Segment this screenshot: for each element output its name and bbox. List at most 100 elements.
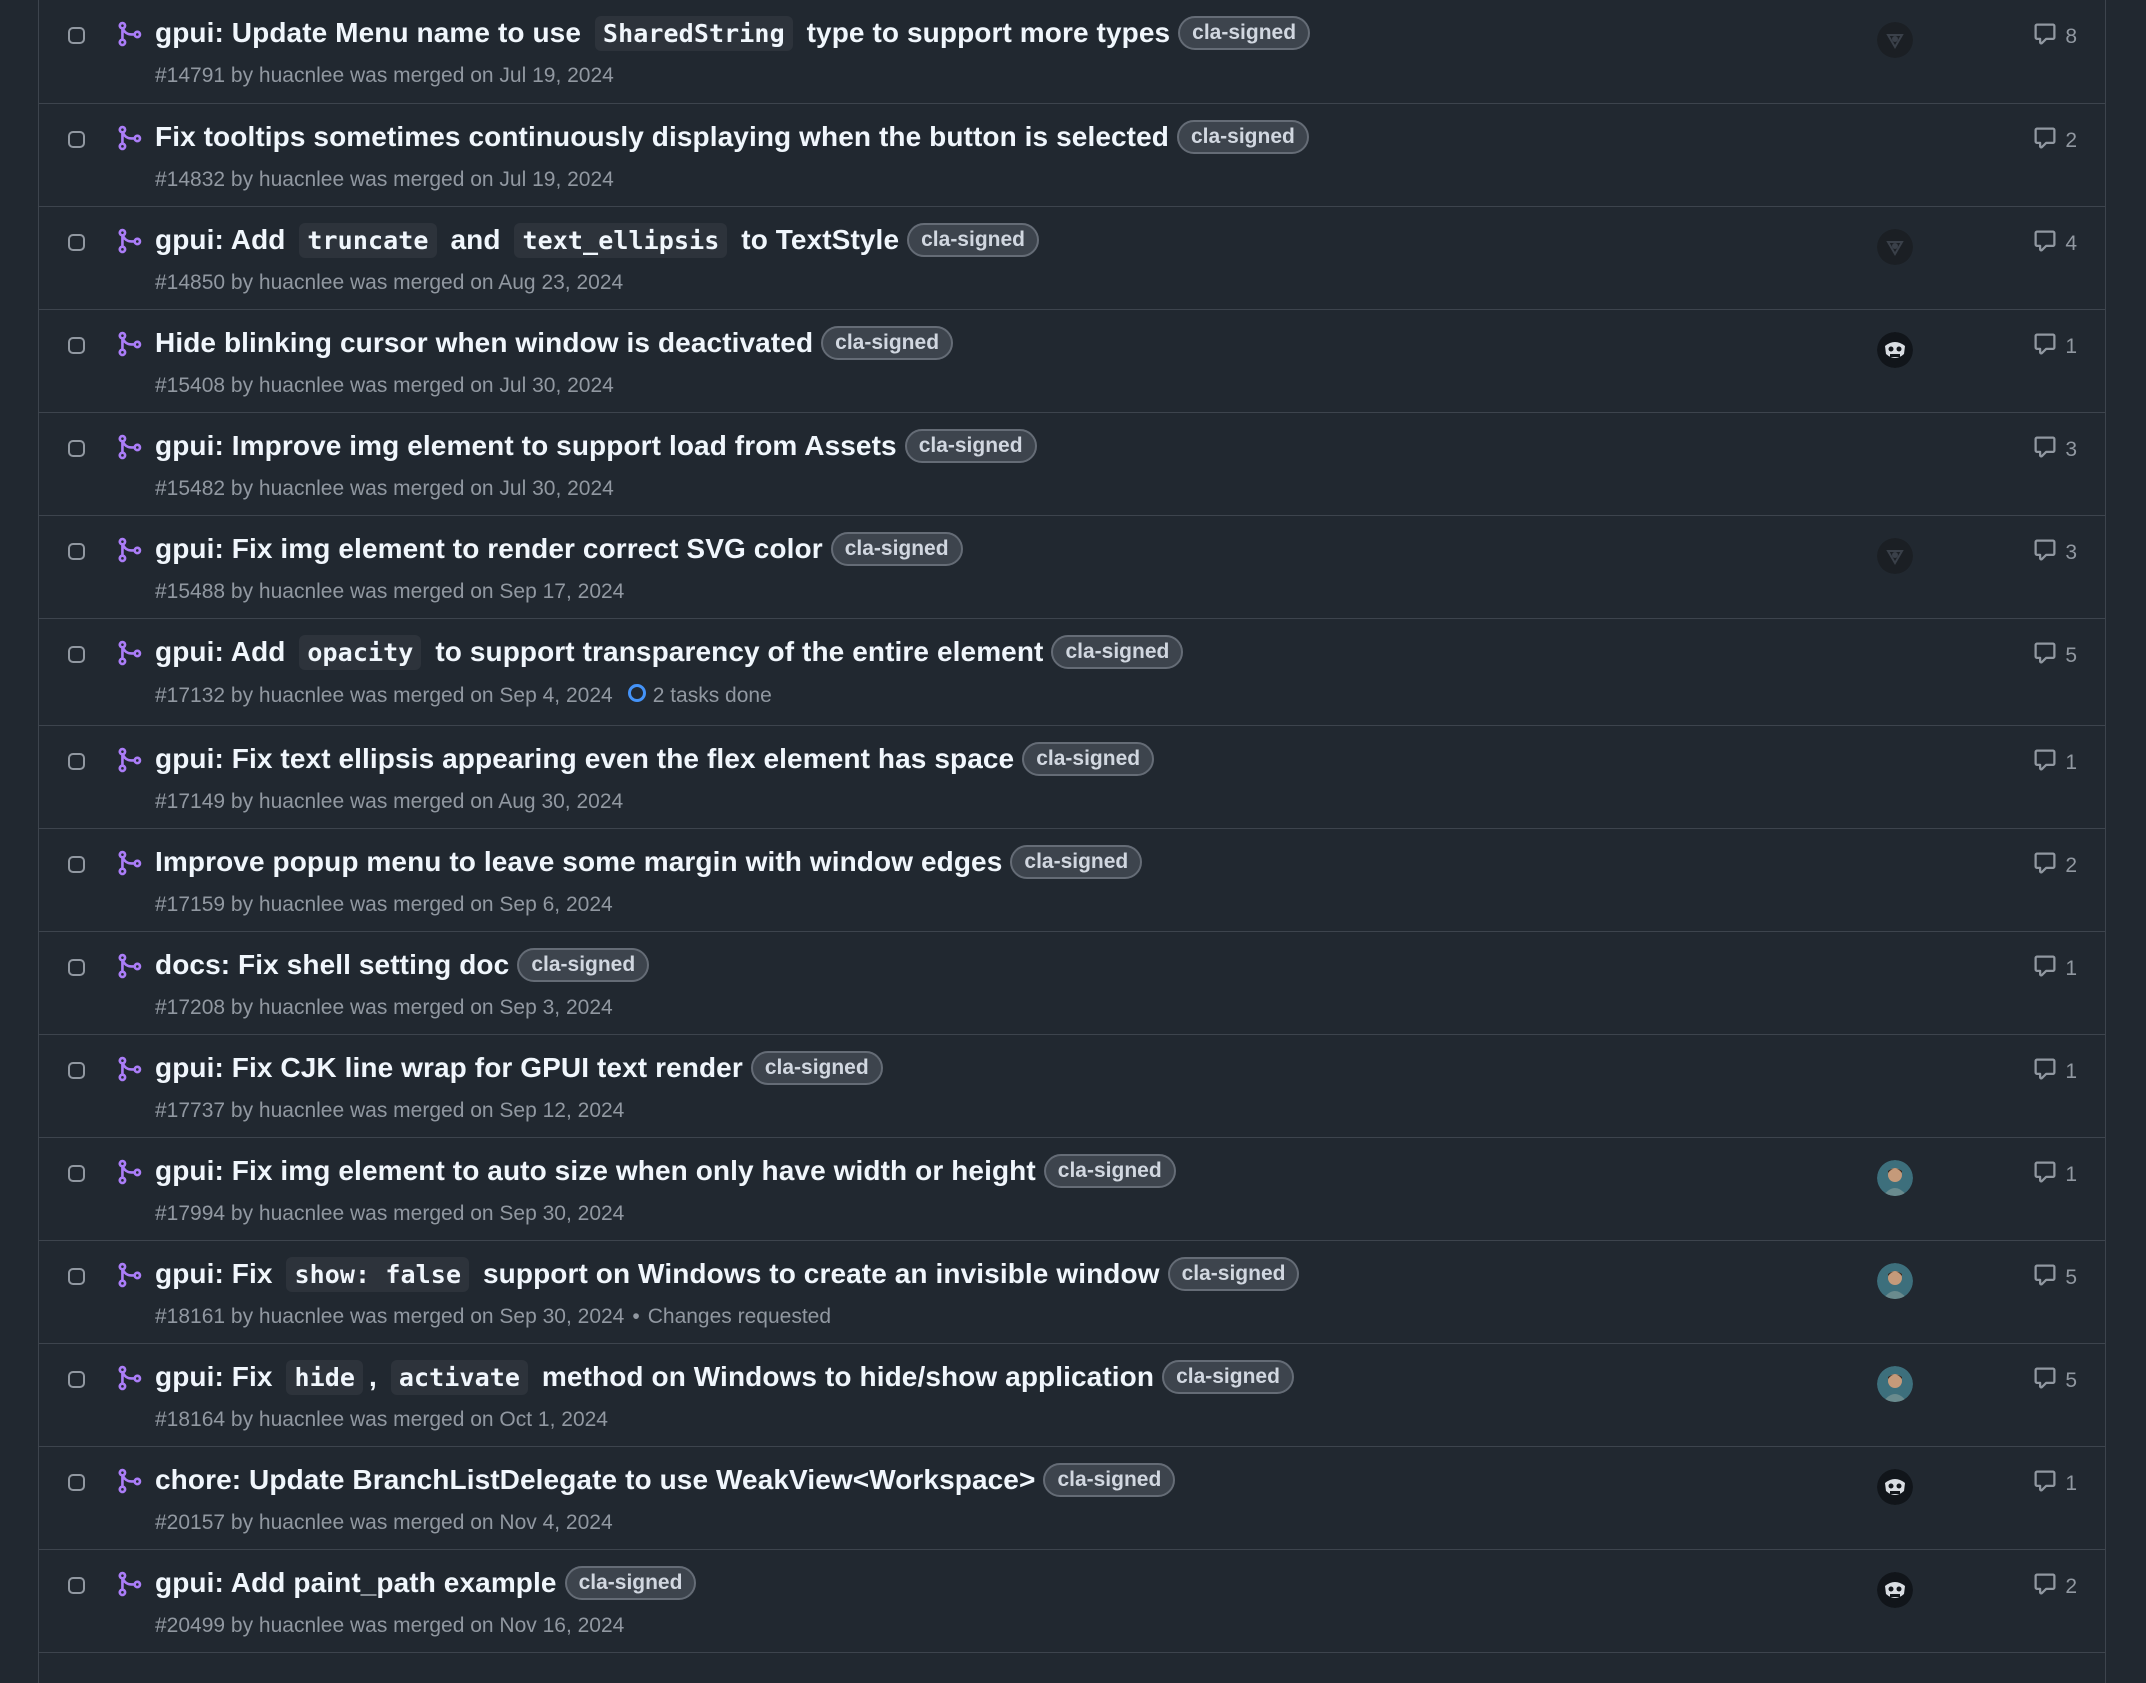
select-checkbox[interactable] bbox=[68, 1474, 85, 1491]
reviewer-avatar[interactable] bbox=[1877, 229, 1913, 265]
cla-signed-label[interactable]: cla-signed bbox=[1176, 120, 1309, 154]
cla-signed-label[interactable]: cla-signed bbox=[1178, 16, 1311, 50]
select-checkbox[interactable] bbox=[68, 856, 85, 873]
cla-signed-label[interactable]: cla-signed bbox=[1051, 635, 1184, 669]
cla-signed-label[interactable]: cla-signed bbox=[1043, 1154, 1176, 1188]
title-text: gpui: Fix bbox=[155, 1361, 281, 1392]
pull-request-title[interactable]: Improve popup menu to leave some margin … bbox=[155, 846, 1002, 878]
pull-request-meta: #17994 by huacnlee was merged on Sep 30,… bbox=[155, 1202, 625, 1225]
comments-link[interactable]: 5 bbox=[2033, 1263, 2077, 1293]
pull-request-title[interactable]: Fix tooltips sometimes continuously disp… bbox=[155, 121, 1169, 153]
select-checkbox[interactable] bbox=[68, 27, 85, 44]
select-checkbox[interactable] bbox=[68, 543, 85, 560]
comments-link[interactable]: 2 bbox=[2033, 126, 2077, 156]
comments-link[interactable]: 1 bbox=[2033, 1057, 2077, 1087]
cla-signed-label[interactable]: cla-signed bbox=[821, 326, 954, 360]
select-checkbox[interactable] bbox=[68, 1371, 85, 1388]
cla-signed-label[interactable]: cla-signed bbox=[1010, 845, 1143, 879]
pull-request-title[interactable]: gpui: Add paint_path example bbox=[155, 1567, 557, 1599]
pull-request-title[interactable]: gpui: Fix img element to auto size when … bbox=[155, 1155, 1036, 1187]
title-line: Improve popup menu to leave some margin … bbox=[155, 845, 1143, 879]
cla-signed-label[interactable]: cla-signed bbox=[1022, 742, 1155, 776]
reviewer-avatar[interactable] bbox=[1877, 1366, 1913, 1402]
reviewer-avatar[interactable] bbox=[1877, 1572, 1913, 1608]
task-progress[interactable]: 2 tasks done bbox=[627, 683, 772, 709]
cla-signed-label[interactable]: cla-signed bbox=[907, 223, 1039, 257]
title-line: gpui: Improve img element to support loa… bbox=[155, 429, 1037, 463]
pull-request-title[interactable]: gpui: Fix img element to render correct … bbox=[155, 533, 823, 565]
pull-request-title[interactable]: gpui: Add truncate and text_ellipsis to … bbox=[155, 223, 899, 258]
title-line: Hide blinking cursor when window is deac… bbox=[155, 326, 954, 360]
cla-signed-label[interactable]: cla-signed bbox=[904, 429, 1037, 463]
comments-link[interactable]: 3 bbox=[2033, 435, 2077, 465]
title-text: support on Windows to create an invisibl… bbox=[475, 1258, 1160, 1289]
comments-link[interactable]: 1 bbox=[2033, 748, 2077, 778]
pull-request-title[interactable]: Hide blinking cursor when window is deac… bbox=[155, 327, 813, 359]
comment-icon bbox=[2033, 641, 2065, 671]
pull-request-meta: #15488 by huacnlee was merged on Sep 17,… bbox=[155, 580, 625, 603]
reviewer-avatar[interactable] bbox=[1877, 1160, 1913, 1196]
comments-link[interactable]: 1 bbox=[2033, 954, 2077, 984]
pull-request-meta: #17132 by huacnlee was merged on Sep 4, … bbox=[155, 684, 613, 707]
pull-request-title[interactable]: gpui: Add opacity to support transparenc… bbox=[155, 635, 1043, 670]
git-merge-icon bbox=[115, 1158, 143, 1186]
cla-signed-label[interactable]: cla-signed bbox=[1167, 1257, 1300, 1291]
title-text: chore: Update BranchListDelegate to use … bbox=[155, 1464, 1036, 1495]
cla-signed-label[interactable]: cla-signed bbox=[564, 1566, 697, 1600]
pull-request-title[interactable]: gpui: Improve img element to support loa… bbox=[155, 430, 897, 462]
pull-request-title[interactable]: chore: Update BranchListDelegate to use … bbox=[155, 1464, 1035, 1496]
pull-request-meta: #15408 by huacnlee was merged on Jul 30,… bbox=[155, 374, 614, 397]
select-checkbox[interactable] bbox=[68, 131, 85, 148]
select-checkbox[interactable] bbox=[68, 1577, 85, 1594]
comments-link[interactable]: 1 bbox=[2033, 332, 2077, 362]
select-checkbox[interactable] bbox=[68, 646, 85, 663]
select-checkbox[interactable] bbox=[68, 1062, 85, 1079]
pull-request-row: gpui: Add paint_path example cla-signed … bbox=[39, 1549, 2105, 1653]
cla-signed-label[interactable]: cla-signed bbox=[750, 1051, 883, 1085]
pull-request-title[interactable]: docs: Fix shell setting doc bbox=[155, 949, 509, 981]
comments-link[interactable]: 8 bbox=[2033, 22, 2077, 52]
comments-link[interactable]: 1 bbox=[2033, 1469, 2077, 1499]
pull-request-row: gpui: Fix CJK line wrap for GPUI text re… bbox=[39, 1034, 2105, 1138]
title-text: gpui: Add paint_path example bbox=[155, 1567, 557, 1598]
reviewer-avatar[interactable] bbox=[1877, 22, 1913, 58]
reviewer-avatar[interactable] bbox=[1877, 332, 1913, 368]
git-merge-icon bbox=[115, 1364, 143, 1392]
select-checkbox[interactable] bbox=[68, 753, 85, 770]
select-checkbox[interactable] bbox=[68, 1268, 85, 1285]
pull-request-title[interactable]: gpui: Fix show: false support on Windows… bbox=[155, 1257, 1160, 1292]
comment-count: 5 bbox=[2065, 1266, 2077, 1289]
pull-request-list: gpui: Update Menu name to use SharedStri… bbox=[38, 0, 2106, 1683]
select-checkbox[interactable] bbox=[68, 337, 85, 354]
title-text: gpui: Improve img element to support loa… bbox=[155, 430, 897, 461]
comments-link[interactable]: 5 bbox=[2033, 1366, 2077, 1396]
pull-request-title[interactable]: gpui: Fix CJK line wrap for GPUI text re… bbox=[155, 1052, 743, 1084]
cla-signed-label[interactable]: cla-signed bbox=[517, 948, 650, 982]
comments-link[interactable]: 5 bbox=[2033, 641, 2077, 671]
cla-signed-label[interactable]: cla-signed bbox=[1043, 1463, 1176, 1497]
review-status[interactable]: Changes requested bbox=[648, 1305, 831, 1329]
pull-request-title[interactable]: gpui: Fix text ellipsis appearing even t… bbox=[155, 743, 1014, 775]
comments-link[interactable]: 4 bbox=[2033, 229, 2077, 259]
pull-request-meta: #18164 by huacnlee was merged on Oct 1, … bbox=[155, 1408, 608, 1431]
meta-line: #14850 by huacnlee was merged on Aug 23,… bbox=[155, 271, 623, 295]
select-checkbox[interactable] bbox=[68, 959, 85, 976]
pull-request-row: gpui: Fix show: false support on Windows… bbox=[39, 1240, 2105, 1344]
title-line: docs: Fix shell setting doc cla-signed bbox=[155, 948, 650, 982]
reviewer-avatar[interactable] bbox=[1877, 538, 1913, 574]
cla-signed-label[interactable]: cla-signed bbox=[830, 532, 963, 566]
select-checkbox[interactable] bbox=[68, 440, 85, 457]
title-line: gpui: Fix text ellipsis appearing even t… bbox=[155, 742, 1155, 776]
comments-link[interactable]: 3 bbox=[2033, 538, 2077, 568]
select-checkbox[interactable] bbox=[68, 234, 85, 251]
pull-request-title[interactable]: gpui: Fix hide, activate method on Windo… bbox=[155, 1360, 1154, 1395]
cla-signed-label[interactable]: cla-signed bbox=[1162, 1360, 1294, 1394]
comments-link[interactable]: 2 bbox=[2033, 851, 2077, 881]
reviewer-avatar[interactable] bbox=[1877, 1263, 1913, 1299]
comments-link[interactable]: 1 bbox=[2033, 1160, 2077, 1190]
reviewer-avatar[interactable] bbox=[1877, 1469, 1913, 1505]
select-checkbox[interactable] bbox=[68, 1165, 85, 1182]
pull-request-title[interactable]: gpui: Update Menu name to use SharedStri… bbox=[155, 16, 1170, 51]
meta-line: #14791 by huacnlee was merged on Jul 19,… bbox=[155, 64, 614, 88]
comments-link[interactable]: 2 bbox=[2033, 1572, 2077, 1602]
